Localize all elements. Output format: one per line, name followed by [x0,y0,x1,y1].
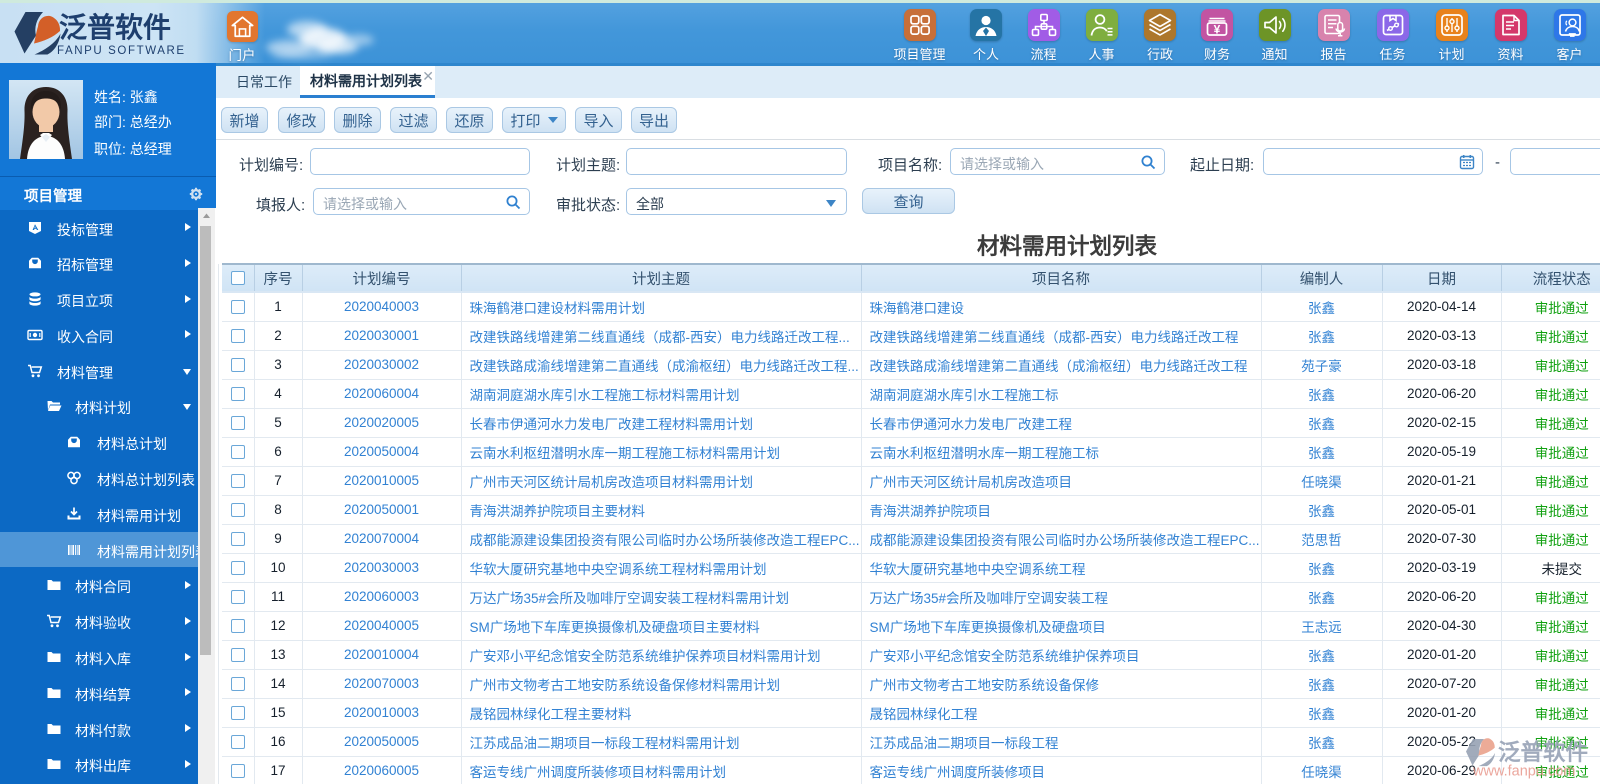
svg-text:¥: ¥ [1214,23,1221,37]
svg-text:泛普软件: 泛普软件 [59,12,171,43]
svg-text:FANPU SOFTWARE: FANPU SOFTWARE [57,45,186,57]
